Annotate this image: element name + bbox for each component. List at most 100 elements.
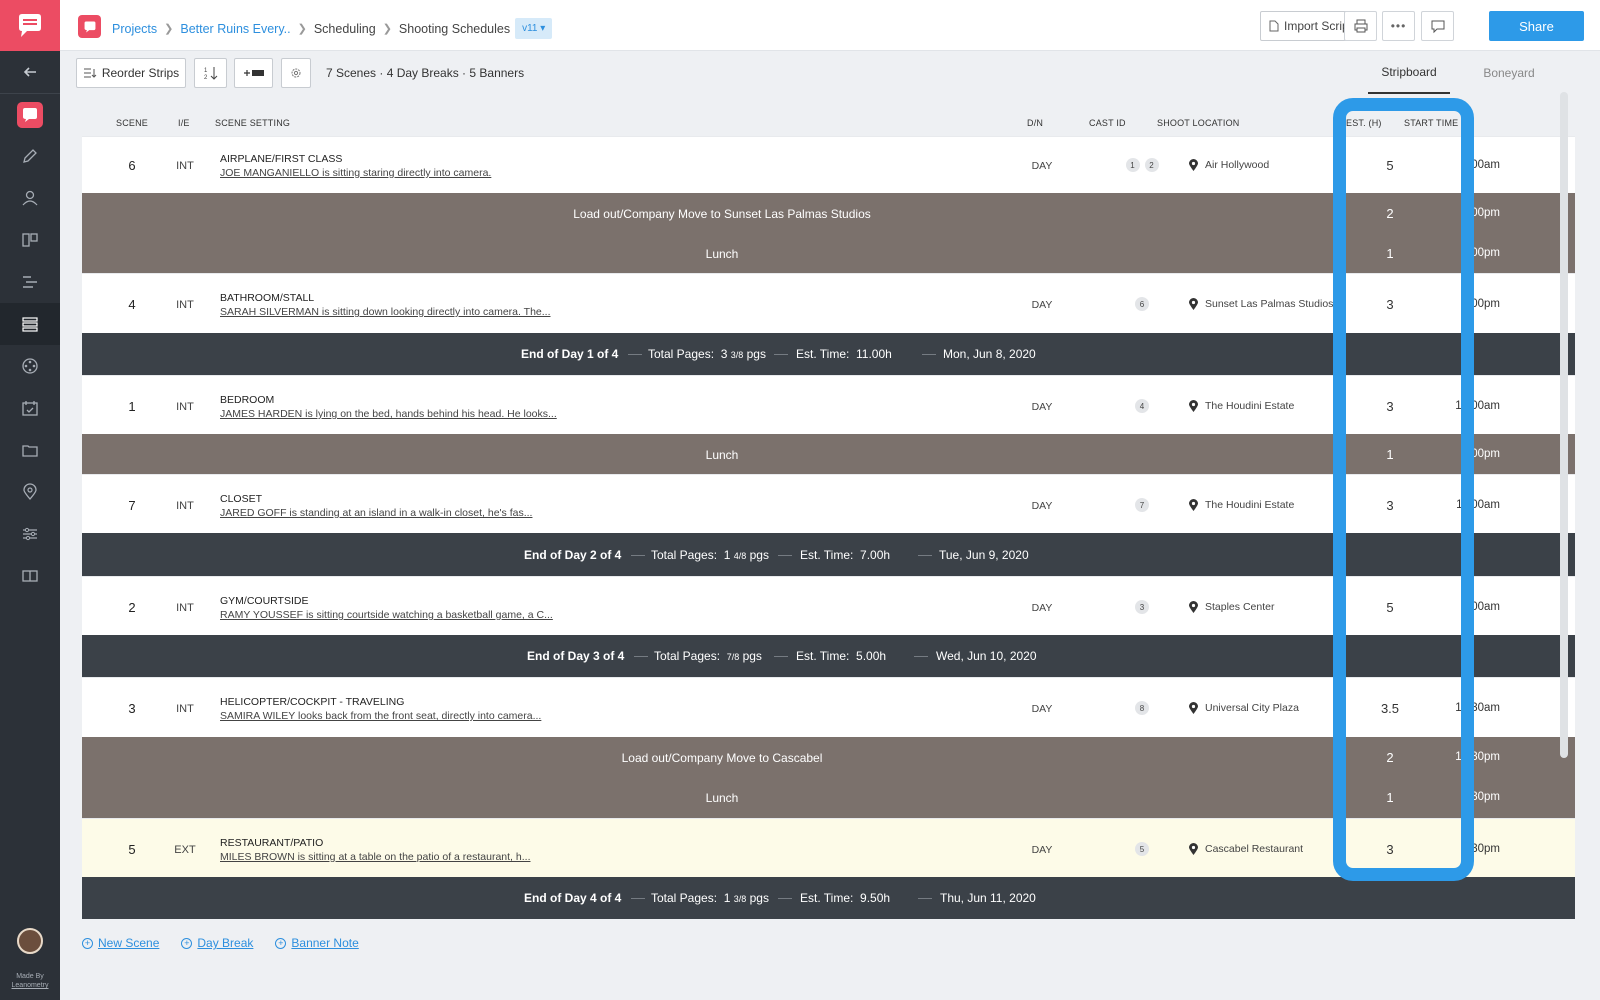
- chevron-down-icon: ▾: [540, 23, 546, 34]
- banner-strip[interactable]: Load out/Company Move to Cascabel 2 12:3…: [82, 737, 1575, 777]
- banner-strip[interactable]: Lunch 1 2:30pm: [82, 777, 1575, 818]
- scene-strip[interactable]: 6 INT AIRPLANE/FIRST CLASS JOE MANGANIEL…: [82, 136, 1575, 193]
- comments-button[interactable]: [1421, 11, 1454, 41]
- scene-description[interactable]: JAMES HARDEN is lying on the bed, hands …: [220, 408, 557, 420]
- schedule-strips-icon[interactable]: [0, 303, 60, 345]
- more-options-button[interactable]: •••: [1382, 11, 1415, 41]
- scene-ie: INT: [176, 500, 194, 512]
- day-break-strip[interactable]: End of Day 1 of 4 Total Pages: 3 3/8 pgs…: [82, 333, 1575, 375]
- divider: [918, 898, 932, 899]
- new-scene-link[interactable]: + New Scene: [82, 936, 159, 950]
- scene-strip[interactable]: 7 INT CLOSET JARED GOFF is standing at a…: [82, 474, 1575, 533]
- tab-stripboard[interactable]: Stripboard: [1368, 52, 1450, 94]
- scene-strip[interactable]: 5 EXT RESTAURANT/PATIO MILES BROWN is si…: [82, 818, 1575, 877]
- pencil-icon[interactable]: [0, 135, 60, 177]
- reorder-strips-button[interactable]: Reorder Strips: [76, 58, 186, 88]
- scene-number: 1: [128, 399, 136, 414]
- day-break-link[interactable]: + Day Break: [181, 936, 253, 950]
- scene-strip[interactable]: 1 INT BEDROOM JAMES HARDEN is lying on t…: [82, 375, 1575, 434]
- sort-button[interactable]: 12: [194, 58, 227, 88]
- column-header-scene[interactable]: SCENE: [116, 118, 148, 128]
- est-hours: 1: [1386, 246, 1394, 261]
- scene-description[interactable]: MILES BROWN is sitting at a table on the…: [220, 851, 530, 863]
- add-strip-links: + New Scene + Day Break + Banner Note: [82, 936, 359, 950]
- banner-text: Load out/Company Move to Sunset Las Palm…: [573, 207, 871, 221]
- scene-description[interactable]: JARED GOFF is standing at an island in a…: [220, 507, 532, 519]
- banner-strip[interactable]: Lunch 1 1:00pm: [82, 434, 1575, 474]
- plus-circle-icon: +: [82, 937, 93, 949]
- banner-strip[interactable]: Lunch 1 3:00pm: [82, 233, 1575, 273]
- day-break-title: End of Day 1 of 4: [521, 347, 619, 361]
- scene-ie: INT: [176, 401, 194, 413]
- svg-text:2: 2: [204, 75, 208, 81]
- column-header-est[interactable]: EST. (H): [1346, 118, 1382, 128]
- version-label: v11: [522, 23, 538, 34]
- plus-circle-icon: +: [181, 937, 193, 949]
- column-header-ie[interactable]: I/E: [178, 118, 190, 128]
- banner-strip[interactable]: Load out/Company Move to Sunset Las Palm…: [82, 193, 1575, 233]
- column-header-start[interactable]: START TIME: [1404, 118, 1458, 128]
- settings-button[interactable]: [281, 58, 311, 88]
- location-name: Staples Center: [1205, 601, 1275, 613]
- avatar[interactable]: [17, 928, 43, 954]
- location-pin-icon[interactable]: [0, 471, 60, 513]
- sliders-icon[interactable]: [0, 513, 60, 555]
- scrollbar[interactable]: [1560, 92, 1568, 758]
- project-home-icon[interactable]: [0, 94, 60, 136]
- add-strip-button[interactable]: [234, 58, 273, 88]
- calendar-icon[interactable]: [0, 387, 60, 429]
- day-break-strip[interactable]: End of Day 4 of 4 Total Pages: 1 3/8 pgs…: [82, 877, 1575, 919]
- shot-list-icon[interactable]: [0, 261, 60, 303]
- day-break-title: End of Day 3 of 4: [527, 649, 625, 663]
- total-pages: Total Pages: 3 3/8 pgs: [648, 347, 766, 361]
- project-icon[interactable]: [78, 15, 101, 38]
- print-button[interactable]: [1344, 11, 1377, 41]
- start-time: 8:00am: [1461, 159, 1500, 171]
- scene-number: 3: [128, 701, 136, 716]
- est-hours: 3: [1386, 498, 1394, 513]
- scene-strip[interactable]: 2 INT GYM/COURTSIDE RAMY YOUSSEF is sitt…: [82, 576, 1575, 635]
- scene-description[interactable]: JOE MANGANIELLO is sitting staring direc…: [220, 167, 491, 179]
- scene-description[interactable]: RAMY YOUSSEF is sitting courtside watchi…: [220, 609, 553, 621]
- breadcrumb-scheduling[interactable]: Scheduling: [314, 22, 376, 36]
- banner-note-link[interactable]: + Banner Note: [275, 936, 359, 950]
- column-header-location[interactable]: SHOOT LOCATION: [1157, 118, 1239, 128]
- start-time: 1:00pm: [1461, 207, 1500, 219]
- column-header-setting[interactable]: SCENE SETTING: [215, 118, 290, 128]
- breadcrumb-project[interactable]: Better Ruins Every..: [180, 22, 290, 36]
- document-icon: [1269, 20, 1279, 32]
- day-break-strip[interactable]: End of Day 2 of 4 Total Pages: 1 4/8 pgs…: [82, 533, 1575, 576]
- scene-description[interactable]: SAMIRA WILEY looks back from the front s…: [220, 710, 541, 722]
- reorder-strips-label: Reorder Strips: [101, 66, 180, 80]
- scene-strip[interactable]: 3 INT HELICOPTER/COCKPIT - TRAVELING SAM…: [82, 677, 1575, 737]
- sort-numeric-icon: 12: [204, 67, 217, 81]
- share-button[interactable]: Share: [1489, 11, 1584, 41]
- scene-dn: DAY: [1031, 602, 1053, 614]
- schedule-toolbar: Reorder Strips 12 7 Scenes · 4 Day Break…: [60, 52, 1600, 94]
- folder-icon[interactable]: [0, 429, 60, 471]
- scene-setting: AIRPLANE/FIRST CLASS: [220, 153, 343, 165]
- scene-dn: DAY: [1031, 500, 1053, 512]
- speech-bubble-icon: [84, 21, 95, 32]
- location-name: Sunset Las Palmas Studios: [1205, 298, 1334, 310]
- storyboard-icon[interactable]: [0, 219, 60, 261]
- scene-setting: GYM/COURTSIDE: [220, 595, 309, 607]
- version-dropdown[interactable]: v11 ▾: [515, 18, 553, 39]
- total-pages: Total Pages: 1 3/8 pgs: [651, 891, 769, 905]
- scene-number: 2: [128, 600, 136, 615]
- column-header-cast[interactable]: CAST ID: [1089, 118, 1126, 128]
- back-arrow-icon[interactable]: [0, 51, 60, 93]
- film-reel-icon[interactable]: [0, 345, 60, 387]
- breadcrumb-projects[interactable]: Projects: [112, 22, 157, 36]
- app-logo[interactable]: [0, 0, 60, 51]
- cast-ids: 3: [1104, 600, 1180, 614]
- column-header-dn[interactable]: D/N: [1027, 118, 1043, 128]
- start-time: 1:00pm: [1461, 448, 1500, 460]
- tab-boneyard[interactable]: Boneyard: [1468, 52, 1550, 94]
- start-time: 2:30pm: [1461, 791, 1500, 803]
- scene-strip[interactable]: 4 INT BATHROOM/STALL SARAH SILVERMAN is …: [82, 273, 1575, 333]
- scene-description[interactable]: SARAH SILVERMAN is sitting down looking …: [220, 306, 551, 318]
- day-break-strip[interactable]: End of Day 3 of 4 Total Pages: 7/8 pgs E…: [82, 635, 1575, 677]
- book-icon[interactable]: [0, 555, 60, 597]
- characters-icon[interactable]: [0, 177, 60, 219]
